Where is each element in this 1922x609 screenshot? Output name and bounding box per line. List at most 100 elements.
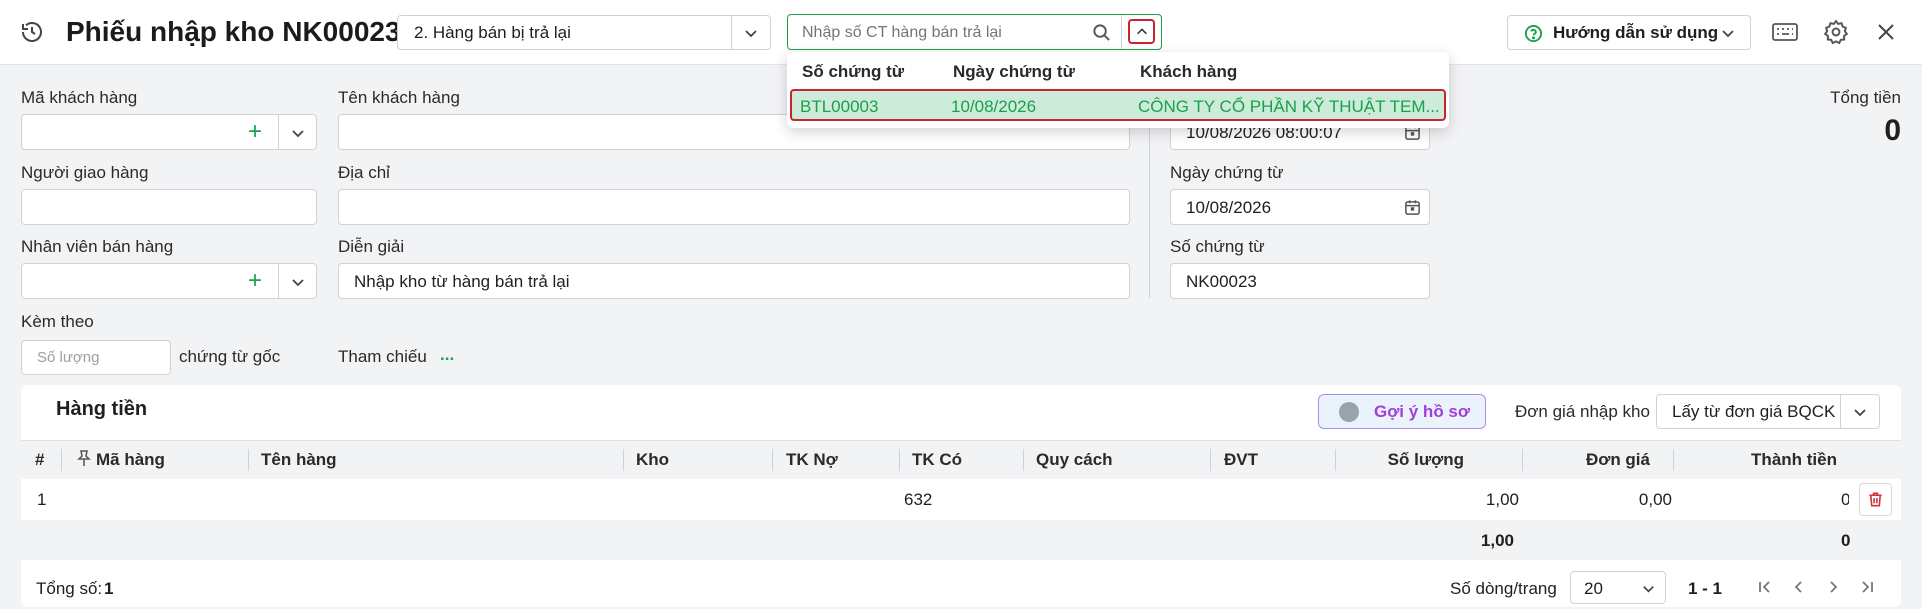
rows-per-page-value: 20	[1584, 579, 1603, 598]
chevron-down-icon[interactable]	[290, 125, 306, 141]
reference-label: Tham chiếu	[338, 347, 427, 366]
pin-icon[interactable]	[76, 449, 92, 467]
voucher-date-field[interactable]: 10/08/2026	[1170, 189, 1430, 225]
dropdown-row[interactable]: BTL00003 10/08/2026 CÔNG TY CỔ PHẦN KỸ T…	[790, 89, 1446, 121]
dropdown-row-customer: CÔNG TY CỔ PHẦN KỸ THUẬT TEM...	[1138, 97, 1440, 116]
row-unit-price[interactable]: 0,00	[1639, 490, 1672, 510]
avatar	[1339, 402, 1359, 422]
dropdown-row-voucher-date: 10/08/2026	[951, 97, 1037, 116]
total-amount-label: Tổng tiền	[1830, 88, 1901, 107]
delete-row-button[interactable]	[1859, 483, 1892, 516]
dropdown-col-voucher-date: Ngày chứng từ	[953, 62, 1075, 81]
total-amount-value: 0	[1884, 114, 1901, 147]
question-circle-icon	[1524, 24, 1543, 43]
row-amount-cell[interactable]: 0	[1835, 490, 1849, 512]
col-index: #	[35, 450, 45, 469]
collapse-dropdown-button[interactable]	[1128, 19, 1155, 44]
col-item-name: Tên hàng	[261, 450, 337, 469]
prev-page-icon[interactable]	[1791, 579, 1807, 595]
chevron-down-icon[interactable]	[290, 274, 306, 290]
import-price-value: Lấy từ đơn giá BQCK	[1672, 402, 1836, 421]
items-section-title: Hàng tiền	[56, 398, 148, 420]
description-field[interactable]: Nhập kho từ hàng bán trả lại	[338, 263, 1130, 299]
profile-suggest-button[interactable]: Gợi ý hồ sơ	[1318, 394, 1486, 429]
address-label: Địa chỉ	[338, 163, 390, 182]
customer-code-label: Mã khách hàng	[21, 88, 138, 107]
description-value: Nhập kho từ hàng bán trả lại	[354, 272, 570, 291]
row-quantity[interactable]: 1,00	[1486, 490, 1519, 510]
table-row[interactable]	[21, 479, 1901, 521]
row-amount: 0	[1841, 490, 1849, 509]
attached-label: Kèm theo	[21, 312, 94, 331]
original-docs-label: chứng từ gốc	[179, 347, 281, 366]
add-icon[interactable]: +	[248, 120, 262, 144]
delivery-person-label: Người giao hàng	[21, 163, 149, 182]
profile-suggest-label: Gợi ý hồ sơ	[1374, 402, 1470, 421]
sales-staff-field[interactable]: +	[21, 263, 317, 299]
import-price-label: Đơn giá nhập kho	[1515, 402, 1650, 421]
customer-name-label: Tên khách hàng	[338, 88, 460, 107]
close-icon[interactable]	[1875, 21, 1897, 43]
voucher-type-select[interactable]: 2. Hàng bán bị trả lại	[397, 15, 771, 50]
voucher-type-value: 2. Hàng bán bị trả lại	[414, 23, 571, 42]
col-debit-account: TK Nợ	[786, 450, 838, 469]
dropdown-col-customer: Khách hàng	[1140, 62, 1238, 81]
total-count-value: 1	[104, 579, 114, 598]
add-icon[interactable]: +	[248, 269, 262, 293]
rows-per-page-label: Số dòng/trang	[1450, 579, 1557, 598]
col-credit-account: TK Có	[912, 450, 963, 469]
col-unit: ĐVT	[1224, 450, 1258, 469]
voucher-date-label: Ngày chứng từ	[1170, 163, 1284, 182]
page-range: 1 - 1	[1688, 579, 1723, 598]
chevron-down-icon[interactable]	[743, 25, 759, 41]
voucher-number-label: Số chứng từ	[1170, 237, 1265, 256]
history-icon[interactable]	[20, 20, 44, 44]
last-page-icon[interactable]	[1859, 579, 1875, 595]
col-unit-price: Đơn giá	[1585, 450, 1650, 469]
total-quantity: 1,00	[1480, 531, 1514, 550]
calendar-icon[interactable]	[1404, 199, 1421, 216]
dropdown-col-voucher-no: Số chứng từ	[802, 62, 905, 81]
col-specification: Quy cách	[1036, 450, 1113, 469]
trash-icon	[1867, 491, 1884, 508]
chevron-down-icon	[1641, 581, 1656, 596]
row-index: 1	[37, 490, 47, 509]
col-quantity: Số lượng	[1387, 450, 1464, 469]
totals-row	[21, 520, 1901, 560]
return-voucher-search-input[interactable]	[800, 21, 1084, 45]
col-amount: Thành tiền	[1751, 450, 1837, 469]
next-page-icon[interactable]	[1825, 579, 1841, 595]
import-price-select[interactable]: Lấy từ đơn giá BQCK	[1656, 394, 1880, 429]
reference-more-button[interactable]: ...	[440, 345, 454, 365]
chevron-down-icon	[1720, 25, 1736, 41]
row-credit-account[interactable]: 632	[904, 490, 932, 510]
col-warehouse: Kho	[636, 450, 670, 469]
chevron-up-icon	[1135, 25, 1149, 39]
customer-code-field[interactable]: +	[21, 114, 317, 150]
keyboard-icon[interactable]	[1771, 19, 1799, 45]
chevron-down-icon[interactable]	[1852, 404, 1868, 420]
first-page-icon[interactable]	[1757, 579, 1773, 595]
attached-quantity-placeholder: Số lượng	[37, 349, 100, 366]
total-amount-footer: 0	[1841, 531, 1850, 550]
col-item-code: Mã hàng	[96, 450, 165, 469]
attached-quantity-field[interactable]: Số lượng	[21, 340, 171, 375]
dropdown-row-voucher-no: BTL00003	[800, 97, 879, 116]
help-button[interactable]: Hướng dẫn sử dụng	[1507, 15, 1751, 50]
help-label: Hướng dẫn sử dụng	[1553, 23, 1719, 42]
total-amount-cell: 0	[1838, 531, 1850, 553]
description-label: Diễn giải	[338, 237, 405, 256]
address-field[interactable]	[338, 189, 1130, 225]
delivery-person-field[interactable]	[21, 189, 317, 225]
return-voucher-search	[787, 14, 1162, 50]
voucher-number-value: NK00023	[1186, 272, 1257, 291]
gear-icon[interactable]	[1823, 19, 1849, 45]
voucher-number-field[interactable]: NK00023	[1170, 263, 1430, 299]
search-icon[interactable]	[1092, 23, 1111, 42]
voucher-date-value: 10/08/2026	[1186, 198, 1272, 217]
total-count-label: Tổng số:	[36, 579, 103, 598]
page-title: Phiếu nhập kho NK00023	[66, 16, 401, 47]
return-voucher-dropdown: Số chứng từ Ngày chứng từ Khách hàng BTL…	[787, 52, 1449, 128]
rows-per-page-select[interactable]: 20	[1570, 571, 1666, 604]
sales-staff-label: Nhân viên bán hàng	[21, 237, 174, 256]
